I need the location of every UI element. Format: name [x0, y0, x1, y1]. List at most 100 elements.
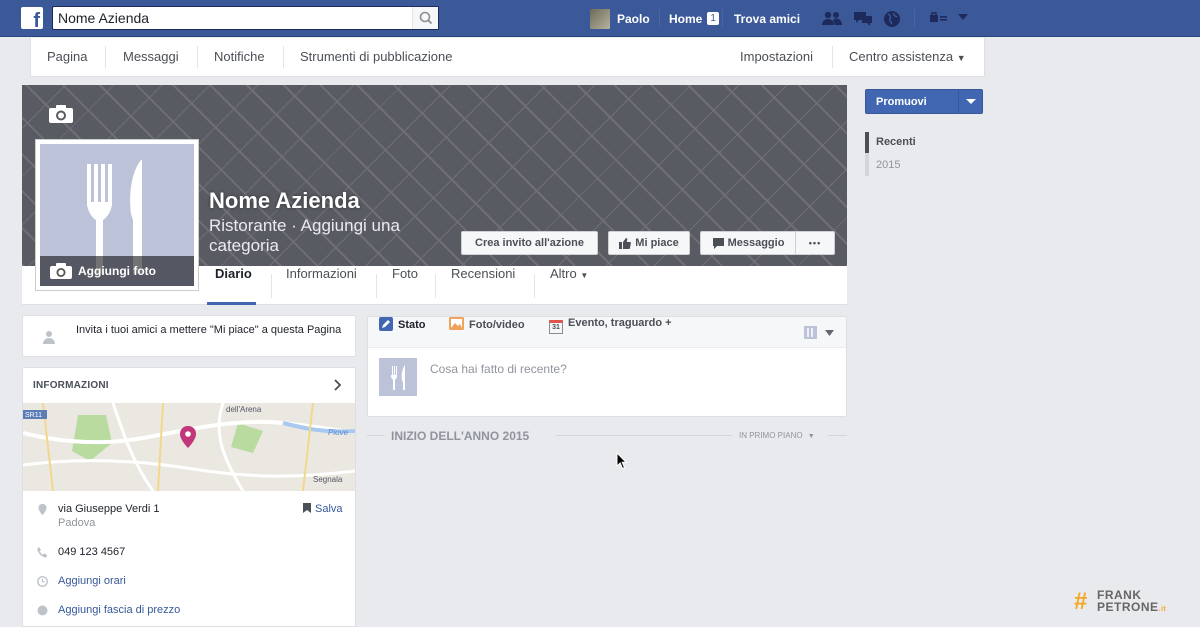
- home-label: Home: [669, 11, 703, 26]
- save-button[interactable]: Salva: [303, 503, 343, 515]
- caret-down-icon: [966, 99, 976, 104]
- caret-down-icon: ▼: [580, 271, 589, 280]
- message-button[interactable]: Messaggio: [700, 231, 796, 255]
- home-link[interactable]: Home 1: [669, 0, 719, 37]
- composer-input[interactable]: Cosa hai fatto di recente?: [430, 362, 567, 376]
- composer-tab-status[interactable]: Stato: [379, 317, 426, 348]
- address-city: Padova: [58, 517, 96, 529]
- add-price-range-link[interactable]: Aggiungi fascia di prezzo: [58, 604, 180, 616]
- more-options-button[interactable]: •••: [795, 231, 835, 255]
- calendar-icon: 31: [549, 320, 563, 334]
- composer-tab-photo-label: Foto/video: [469, 319, 525, 331]
- invite-friends-card[interactable]: Invita i tuoi amici a mettere "Mi piace"…: [22, 315, 356, 357]
- facebook-logo-icon[interactable]: f: [21, 7, 43, 32]
- find-friends-label: Trova amici: [734, 11, 801, 26]
- tab-reviews[interactable]: Recensioni: [451, 266, 515, 305]
- tab-more[interactable]: Altro ▼: [550, 266, 588, 305]
- search-input[interactable]: [53, 7, 413, 29]
- phone-number[interactable]: 049 123 4567: [58, 546, 125, 558]
- logo-letter: f: [33, 10, 40, 32]
- composer-tab-event[interactable]: 31 Evento, traguardo +: [549, 317, 672, 348]
- page-title[interactable]: Nome Azienda: [209, 188, 360, 214]
- year-2015[interactable]: 2015: [876, 159, 900, 171]
- divider: [367, 435, 385, 436]
- find-friends-link[interactable]: Trova amici: [734, 0, 800, 37]
- tab-photos[interactable]: Foto: [392, 266, 418, 305]
- search-icon: [419, 11, 433, 25]
- page-avatar: [379, 358, 417, 396]
- page-admin-nav: Pagina Messaggi Notifiche Strumenti di p…: [30, 38, 985, 77]
- divider: [376, 274, 377, 298]
- add-photo-bar[interactable]: Aggiungi foto: [40, 256, 194, 286]
- messages-icon[interactable]: [853, 10, 873, 26]
- year-bar: [865, 153, 869, 176]
- nav-notifications[interactable]: Notifiche: [214, 38, 265, 76]
- audience-selector[interactable]: [804, 326, 836, 340]
- person-icon: [43, 331, 55, 344]
- avatar: [590, 8, 610, 29]
- divider: [722, 9, 723, 27]
- mouse-cursor-icon: [616, 452, 628, 470]
- chevron-right-icon[interactable]: [333, 379, 343, 391]
- divider: [556, 435, 732, 436]
- divider: [283, 46, 284, 68]
- map-graphic: SR11 dell'Arena Piove Segnala: [23, 403, 355, 491]
- divider: [659, 9, 660, 27]
- camera-icon: [50, 263, 72, 279]
- photo-icon: [449, 317, 464, 330]
- location-pin-icon: [38, 504, 47, 515]
- message-label: Messaggio: [727, 237, 785, 249]
- profile-picture[interactable]: Aggiungi foto: [35, 139, 199, 291]
- restaurant-icon: [804, 326, 817, 339]
- home-count-badge: 1: [707, 12, 719, 25]
- promote-dropdown[interactable]: [958, 90, 982, 113]
- settings-icon[interactable]: [929, 10, 949, 26]
- composer-tab-photo[interactable]: Foto/video: [449, 317, 525, 348]
- map-label-area: dell'Arena: [226, 405, 262, 414]
- nav-publishing-tools[interactable]: Strumenti di pubblicazione: [300, 38, 452, 76]
- promote-button[interactable]: Promuovi: [865, 89, 983, 114]
- price-icon: [37, 605, 48, 616]
- nav-help-center[interactable]: Centro assistenza ▼: [849, 38, 966, 76]
- nav-settings[interactable]: Impostazioni: [740, 38, 813, 76]
- map-label-area2: Segnala: [313, 475, 343, 484]
- save-label: Salva: [315, 503, 343, 515]
- caret-down-icon: ▼: [807, 433, 815, 440]
- tab-timeline[interactable]: Diario: [215, 266, 252, 305]
- divider: [197, 46, 198, 68]
- divider: [832, 46, 833, 68]
- tab-about[interactable]: Informazioni: [286, 266, 357, 305]
- user-link[interactable]: Paolo: [590, 0, 650, 37]
- year-recent[interactable]: Recenti: [876, 136, 916, 148]
- like-label: Mi piace: [635, 237, 679, 249]
- bookmark-icon: [303, 503, 311, 513]
- like-button[interactable]: Mi piace: [608, 231, 690, 255]
- clock-icon: [37, 576, 48, 587]
- chevron-down-icon[interactable]: [957, 12, 969, 22]
- search-button[interactable]: [412, 7, 438, 29]
- camera-icon[interactable]: [48, 104, 74, 124]
- active-tab-indicator: [207, 302, 256, 305]
- profile-image: Aggiungi foto: [40, 144, 194, 286]
- promote-label: Promuovi: [876, 96, 927, 108]
- composer-tab-event-label: Evento, traguardo +: [568, 317, 672, 329]
- invite-text: Invita i tuoi amici a mettere "Mi piace"…: [76, 324, 342, 336]
- nav-page[interactable]: Pagina: [47, 38, 87, 76]
- watermark-hash: #: [1074, 588, 1088, 615]
- watermark-line2: PETRONE: [1097, 600, 1159, 614]
- pinned-filter[interactable]: IN PRIMO PIANO ▼: [739, 431, 815, 440]
- caret-down-icon: ▼: [956, 53, 966, 63]
- globe-icon[interactable]: [883, 10, 903, 27]
- create-cta-button[interactable]: Crea invito all'azione: [461, 231, 598, 255]
- watermark-text: FRANK PETRONE.it: [1097, 589, 1166, 616]
- page-category[interactable]: Ristorante · Aggiungi una categoria: [209, 216, 439, 256]
- nav-messages[interactable]: Messaggi: [123, 38, 179, 76]
- add-hours-link[interactable]: Aggiungi orari: [58, 575, 126, 587]
- friends-icon[interactable]: [821, 10, 842, 26]
- phone-icon: [37, 547, 48, 558]
- location-map[interactable]: SR11 dell'Arena Piove Segnala: [23, 403, 355, 491]
- info-heading: INFORMAZIONI: [33, 380, 109, 391]
- divider: [534, 274, 535, 298]
- more-label: •••: [808, 238, 822, 248]
- active-year-indicator: [865, 132, 869, 153]
